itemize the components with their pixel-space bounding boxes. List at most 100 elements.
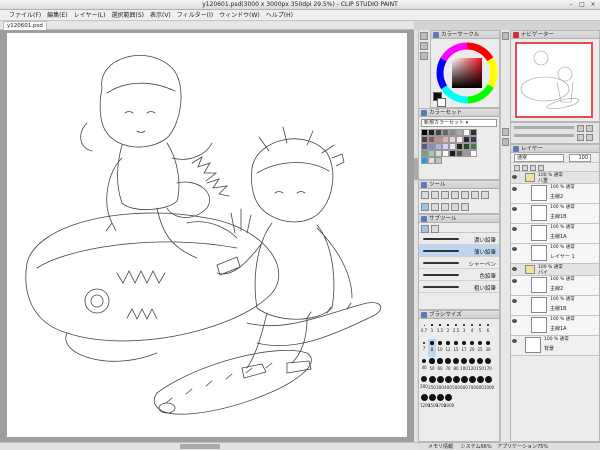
brush-size-cell[interactable]: 120: [468, 357, 476, 375]
color-swatch[interactable]: [449, 136, 456, 143]
pen-tool-icon[interactable]: [471, 191, 479, 199]
canvas-area[interactable]: [0, 30, 414, 442]
brush-size-cell[interactable]: 6: [484, 321, 492, 339]
brush-size-cell[interactable]: 1000: [484, 375, 494, 393]
hand-tool-icon[interactable]: [461, 203, 469, 211]
brush-size-cell[interactable]: 30: [484, 339, 492, 357]
layer-row[interactable]: 100 % 通常 主線1B: [511, 204, 599, 224]
color-swatch[interactable]: [470, 143, 477, 150]
navigator-preview[interactable]: [515, 42, 593, 118]
visibility-eye-icon[interactable]: [512, 279, 517, 283]
close-button[interactable]: ×: [588, 1, 598, 9]
brush-size-cell[interactable]: 600: [460, 375, 468, 393]
color-swatch[interactable]: [442, 129, 449, 136]
visibility-eye-icon[interactable]: [512, 227, 517, 231]
pencil-tool-icon[interactable]: [421, 203, 429, 211]
select-tool-icon[interactable]: [441, 191, 449, 199]
reference-icon[interactable]: [530, 165, 536, 171]
color-swatch[interactable]: [442, 150, 449, 157]
color-swatch[interactable]: [442, 136, 449, 143]
layer-row[interactable]: 100 % 通常 主線2: [511, 276, 599, 296]
history-icon[interactable]: [420, 52, 428, 60]
layer-row[interactable]: 100 % 通常 主線2: [511, 184, 599, 204]
brush-size-cell[interactable]: 10: [436, 339, 444, 357]
brush-item[interactable]: 粗い鉛筆: [419, 281, 499, 293]
brush-size-cell[interactable]: 4: [468, 321, 476, 339]
brush-size-cell[interactable]: 300: [436, 375, 444, 393]
brush-item[interactable]: シャーペン: [419, 257, 499, 269]
color-swatch[interactable]: [463, 150, 470, 157]
layer-property-icon[interactable]: [502, 128, 509, 136]
color-swatch[interactable]: [442, 143, 449, 150]
menu-select[interactable]: 選択範囲(S): [108, 10, 147, 21]
color-swatch[interactable]: [421, 136, 428, 143]
color-swatch[interactable]: [463, 129, 470, 136]
navigator-icon[interactable]: [502, 32, 509, 40]
color-swatch[interactable]: [449, 129, 456, 136]
zoom-slider[interactable]: [514, 126, 574, 129]
color-circle-icon[interactable]: [420, 32, 428, 40]
lasso-tool-icon[interactable]: [451, 191, 459, 199]
brush-item[interactable]: 色鉛筆: [419, 269, 499, 281]
brush-size-cell[interactable]: 80: [452, 357, 460, 375]
color-swatch[interactable]: [435, 157, 442, 164]
brush-tool-icon[interactable]: [481, 191, 489, 199]
color-swatch[interactable]: [421, 150, 428, 157]
rotate-left-icon[interactable]: [577, 134, 584, 141]
minimize-button[interactable]: –: [566, 1, 576, 9]
menu-help[interactable]: ヘルプ(H): [263, 10, 296, 21]
eyedropper-tool-icon[interactable]: [461, 191, 469, 199]
eraser-tool-icon[interactable]: [431, 203, 439, 211]
lock-icon[interactable]: [514, 165, 520, 171]
pencil-group-icon[interactable]: [421, 225, 429, 233]
color-swatch[interactable]: [470, 136, 477, 143]
brush-size-cell[interactable]: 7: [420, 339, 428, 357]
brush-size-cell[interactable]: 2000: [444, 393, 454, 411]
menu-filter[interactable]: フィルター(I): [174, 10, 216, 21]
color-swatch[interactable]: [428, 129, 435, 136]
color-swatch[interactable]: [428, 157, 435, 164]
color-swatch[interactable]: [428, 136, 435, 143]
opacity-field[interactable]: 100: [569, 154, 591, 162]
brush-size-cell[interactable]: 3: [460, 321, 468, 339]
color-set-select[interactable]: 新規カラーセット ▾: [421, 119, 497, 127]
brush-size-cell[interactable]: 12: [444, 339, 452, 357]
visibility-eye-icon[interactable]: [512, 299, 517, 303]
zoom-tool-icon[interactable]: [421, 191, 429, 199]
layer-folder-row[interactable]: 100 % 通常 バイ: [511, 264, 599, 276]
brush-item[interactable]: 薄い鉛筆: [419, 245, 499, 257]
visibility-eye-icon[interactable]: [512, 247, 517, 251]
mask-icon[interactable]: [538, 165, 544, 171]
text-tool-icon[interactable]: [451, 203, 459, 211]
brush-size-cell[interactable]: 800: [476, 375, 484, 393]
zoom-out-icon[interactable]: [586, 125, 593, 132]
color-swatch[interactable]: [470, 150, 477, 157]
sub-color-swatch[interactable]: [437, 98, 446, 107]
layer-row[interactable]: 100 % 通常 レイヤー 1: [511, 244, 599, 264]
color-swatch[interactable]: [470, 129, 477, 136]
brush-size-cell[interactable]: 20: [468, 339, 476, 357]
color-swatch[interactable]: [421, 157, 428, 164]
brush-size-cell[interactable]: 5: [476, 321, 484, 339]
rotate-slider[interactable]: [514, 134, 574, 137]
color-swatch[interactable]: [421, 129, 428, 136]
brush-size-cell[interactable]: 40: [420, 357, 428, 375]
brush-size-cell[interactable]: 70: [444, 357, 452, 375]
brush-size-cell[interactable]: 200: [420, 375, 428, 393]
drawing-canvas[interactable]: [7, 33, 407, 437]
color-swatch[interactable]: [435, 129, 442, 136]
color-swatch[interactable]: [456, 129, 463, 136]
brush-size-cell[interactable]: 15: [452, 339, 460, 357]
menu-edit[interactable]: 編集(E): [44, 10, 70, 21]
visibility-eye-icon[interactable]: [512, 207, 517, 211]
visibility-eye-icon[interactable]: [512, 319, 517, 323]
brush-size-cell[interactable]: 100: [460, 357, 468, 375]
visibility-eye-icon[interactable]: [512, 175, 517, 179]
layer-search-icon[interactable]: [502, 138, 509, 146]
fill-tool-icon[interactable]: [441, 203, 449, 211]
maximize-button[interactable]: □: [577, 1, 587, 9]
brush-size-cell[interactable]: 2.5: [452, 321, 460, 339]
blend-mode-select[interactable]: 通常: [514, 154, 564, 162]
canvas-horizontal-scrollbar[interactable]: [0, 442, 418, 450]
color-swatch[interactable]: [428, 150, 435, 157]
